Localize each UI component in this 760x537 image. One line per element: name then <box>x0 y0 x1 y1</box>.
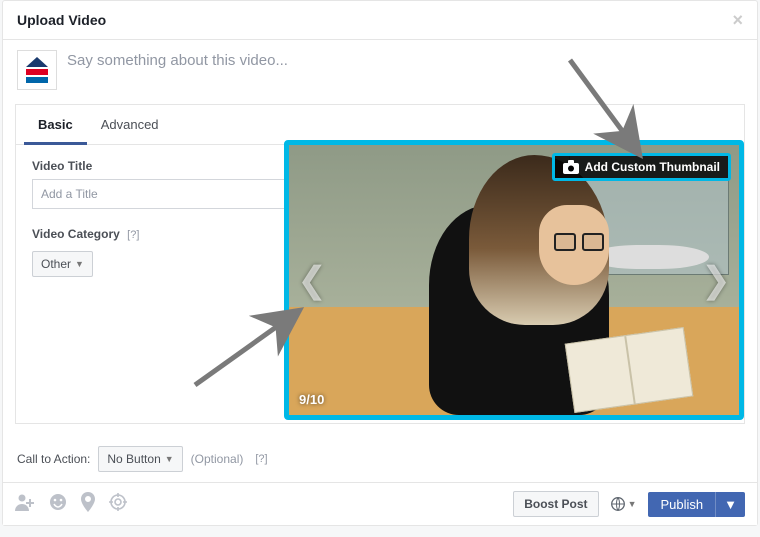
caption-input[interactable]: Say something about this video... <box>67 50 288 90</box>
add-custom-thumbnail-label: Add Custom Thumbnail <box>585 160 720 174</box>
cta-label: Call to Action: <box>17 452 90 466</box>
preview-image <box>289 145 739 415</box>
emoji-icon[interactable] <box>49 493 67 516</box>
upload-video-dialog: Upload Video × Say something about this … <box>2 0 758 526</box>
cta-help-icon[interactable]: [?] <box>255 453 267 465</box>
video-preview: ❮ ❯ Add Custom Thumbnail 9/10 <box>284 140 744 420</box>
add-custom-thumbnail-button[interactable]: Add Custom Thumbnail <box>552 153 731 181</box>
chevron-down-icon: ▼ <box>75 259 84 269</box>
cta-optional: (Optional) <box>191 452 244 466</box>
caption-row: Say something about this video... <box>3 40 757 104</box>
dialog-header: Upload Video × <box>3 1 757 40</box>
page-logo-icon <box>22 55 52 85</box>
video-category-value: Other <box>41 257 71 271</box>
boost-post-button[interactable]: Boost Post <box>513 491 598 517</box>
location-icon[interactable] <box>81 492 95 517</box>
close-icon[interactable]: × <box>732 11 743 29</box>
body-panel: Basic Advanced Video Title Video Categor… <box>15 104 745 424</box>
dialog-footer: Boost Post ▼ Publish ▼ <box>3 482 757 525</box>
dialog-title: Upload Video <box>17 12 106 28</box>
frame-count: 9/10 <box>299 392 324 407</box>
video-category-select[interactable]: Other ▼ <box>32 251 93 277</box>
chevron-down-icon: ▼ <box>628 499 637 509</box>
tabs: Basic Advanced <box>16 105 744 145</box>
tab-advanced[interactable]: Advanced <box>87 105 173 144</box>
cta-select[interactable]: No Button ▼ <box>98 446 182 472</box>
globe-icon <box>611 497 625 511</box>
camera-icon <box>563 160 579 174</box>
publish-button-group: Publish ▼ <box>648 492 745 517</box>
video-category-label-text: Video Category <box>32 227 120 241</box>
publish-button[interactable]: Publish <box>648 492 715 517</box>
tag-people-icon[interactable] <box>15 493 35 516</box>
cta-value: No Button <box>107 452 160 466</box>
footer-actions: Boost Post ▼ Publish ▼ <box>513 491 745 517</box>
next-frame-arrow-icon[interactable]: ❯ <box>701 259 731 301</box>
category-help-icon[interactable]: [?] <box>127 229 139 241</box>
page-avatar <box>17 50 57 90</box>
audience-selector[interactable]: ▼ <box>607 493 641 515</box>
call-to-action-row: Call to Action: No Button ▼ (Optional) [… <box>3 436 757 482</box>
publish-dropdown[interactable]: ▼ <box>715 492 745 517</box>
video-title-input[interactable] <box>32 179 292 209</box>
composer-tools <box>15 492 127 517</box>
chevron-down-icon: ▼ <box>165 454 174 464</box>
tab-basic[interactable]: Basic <box>24 105 87 145</box>
prev-frame-arrow-icon[interactable]: ❮ <box>297 259 327 301</box>
targeting-icon[interactable] <box>109 493 127 516</box>
